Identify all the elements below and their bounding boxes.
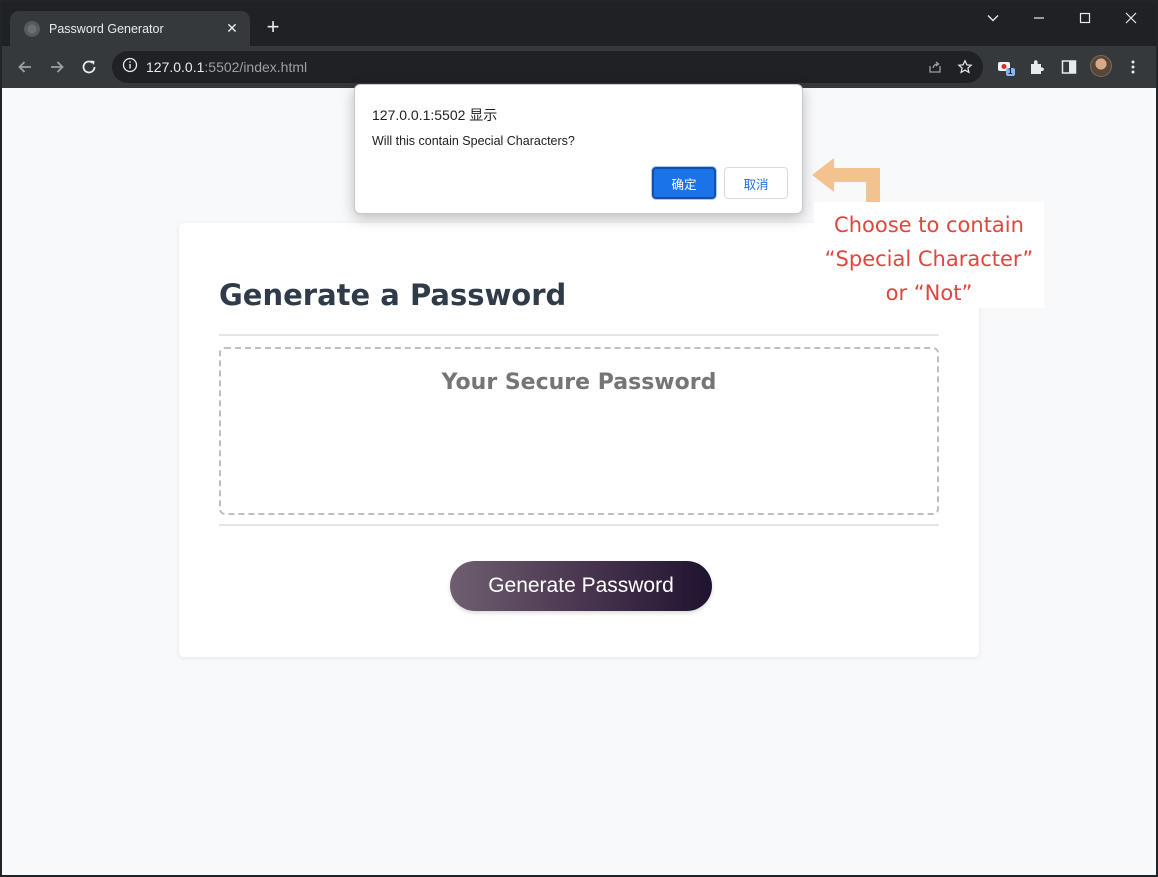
minimize-icon[interactable] <box>1016 2 1062 34</box>
password-output[interactable]: Your Secure Password <box>219 347 939 515</box>
maximize-icon[interactable] <box>1062 2 1108 34</box>
site-info-icon[interactable] <box>122 57 138 78</box>
forward-arrow-icon[interactable] <box>43 53 71 81</box>
menu-kebab-icon[interactable] <box>1121 55 1145 79</box>
back-arrow-icon[interactable] <box>11 53 39 81</box>
dialog-title: 127.0.0.1:5502 显示 <box>372 107 498 123</box>
annotation-line-2: “Special Character” <box>824 247 1034 271</box>
tab-password-generator[interactable]: Password Generator ✕ <box>10 11 250 46</box>
tab-strip: Password Generator ✕ + <box>2 2 1156 46</box>
globe-icon <box>24 20 40 37</box>
url-text: 127.0.0.1:5502/index.html <box>146 59 307 75</box>
extensions-puzzle-icon[interactable] <box>1025 55 1049 79</box>
bookmark-star-icon[interactable] <box>953 55 977 79</box>
address-bar[interactable]: 127.0.0.1:5502/index.html <box>112 51 983 83</box>
new-tab-button[interactable]: + <box>261 15 285 39</box>
annotation-callout: Choose to contain “Special Character” or… <box>814 202 1044 308</box>
url-host: 127.0.0.1 <box>146 59 205 75</box>
share-icon[interactable] <box>923 55 947 79</box>
profile-avatar[interactable] <box>1090 55 1112 77</box>
extension-icon[interactable]: 1 <box>994 55 1018 79</box>
generate-password-button[interactable]: Generate Password <box>450 561 712 611</box>
browser-window: Password Generator ✕ + 127.0.0.1:5502/in… <box>2 2 1156 875</box>
tab-search-chevron-icon[interactable] <box>970 2 1016 34</box>
divider-bottom <box>219 524 939 526</box>
extension-badge: 1 <box>1008 67 1013 76</box>
dialog-cancel-button[interactable]: 取消 <box>724 167 788 199</box>
close-window-icon[interactable] <box>1108 2 1154 34</box>
annotation-text: Choose to contain “Special Character” or… <box>814 208 1044 310</box>
annotation-line-3: or “Not” <box>885 281 973 305</box>
dialog-message: Will this contain Special Characters? <box>372 134 575 148</box>
annotation-line-1: Choose to contain <box>834 213 1024 237</box>
url-path: :5502/index.html <box>204 59 308 75</box>
password-placeholder: Your Secure Password <box>441 370 717 395</box>
confirm-dialog: 127.0.0.1:5502 显示 Will this contain Spec… <box>354 84 803 214</box>
reload-icon[interactable] <box>75 53 103 81</box>
page-title: Generate a Password <box>219 278 567 312</box>
tab-title: Password Generator <box>49 21 164 36</box>
dialog-ok-button[interactable]: 确定 <box>652 167 716 199</box>
annotation-arrow-icon <box>812 158 880 204</box>
divider-top <box>219 334 939 336</box>
browser-toolbar: 127.0.0.1:5502/index.html 1 <box>2 46 1156 88</box>
side-panel-icon[interactable] <box>1057 55 1081 79</box>
tab-close-icon[interactable]: ✕ <box>224 20 240 37</box>
